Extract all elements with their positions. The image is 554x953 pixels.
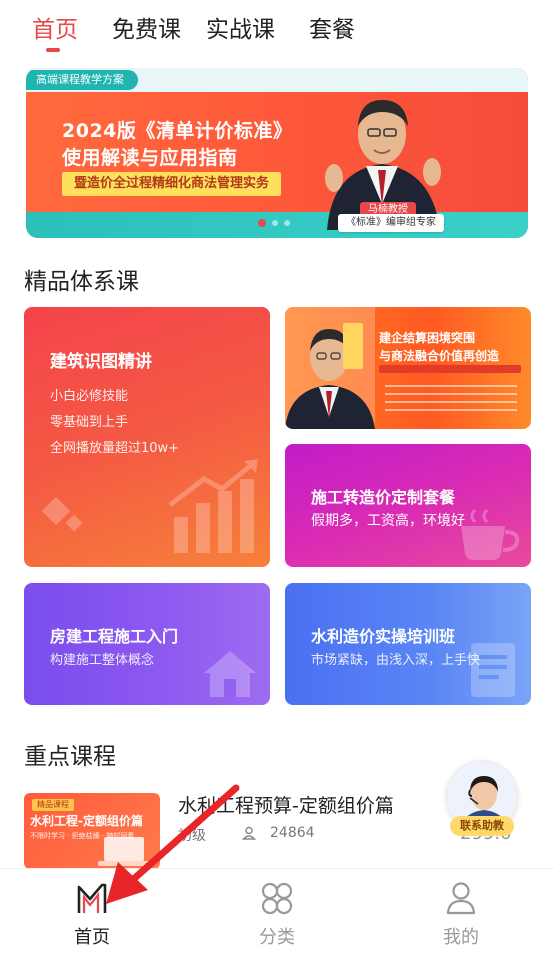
category-icon <box>261 882 293 915</box>
card-title: 房建工程施工入门 <box>50 627 179 646</box>
home-logo-icon <box>77 883 107 913</box>
nav-label: 我的 <box>443 927 479 948</box>
bar-chart-icon <box>168 459 258 553</box>
section-title-quality-courses: 精品体系课 <box>24 269 139 295</box>
tab-practical-courses[interactable]: 实战课 <box>206 10 275 44</box>
diamond-decoration-icon <box>41 496 83 532</box>
course-thumbnail: 精品课程 水利工程-定额组价篇 不限时学习 · 拒绝枯燥 · 随时回看 <box>24 793 160 869</box>
learners-icon <box>242 826 256 840</box>
banner-pagination <box>258 218 308 228</box>
card-title: 建筑识图精讲 <box>50 352 152 372</box>
tab-packages[interactable]: 套餐 <box>309 10 355 44</box>
banner-title-line2: 使用解读与应用指南 <box>62 147 238 169</box>
lecturer-role-tag: 《标准》编审组专家 <box>338 214 444 232</box>
tab-free-courses[interactable]: 免费课 <box>112 10 181 44</box>
banner-subtitle: 暨造价全过程精细化商法管理实务 <box>62 172 282 196</box>
course-card-settlement-breakthrough[interactable]: 建企结算困境突围 与商法融合价值再创造 <box>285 307 531 429</box>
course-level: 初级 <box>178 828 206 844</box>
thumbnail-tag: 精品课程 <box>32 799 74 811</box>
card-subtitle: 市场紧缺，由浅入深，上手快 <box>311 653 481 668</box>
section-title-key-courses: 重点课程 <box>24 744 116 770</box>
course-card-housing-construction[interactable]: 房建工程施工入门 构建施工整体概念 <box>24 583 270 705</box>
house-icon <box>204 651 256 697</box>
card-feature: 零基础到上手 <box>50 415 129 430</box>
laptop-illustration-icon <box>98 837 152 866</box>
nav-item-profile[interactable]: 我的 <box>421 879 501 949</box>
app-home-screen: 首页 免费课 实战课 套餐 高端课程教学方案 2024版《清单计价标准》 使用解… <box>0 0 554 953</box>
banner-top-tag: 高端课程教学方案 <box>26 70 138 90</box>
card-title: 建企结算困境突围 <box>379 331 476 345</box>
nav-item-home[interactable]: 首页 <box>52 879 132 949</box>
active-tab-indicator <box>46 48 60 52</box>
card-title: 施工转造价定制套餐 <box>311 488 456 507</box>
card-detail-lines <box>385 385 517 417</box>
promo-banner[interactable]: 高端课程教学方案 2024版《清单计价标准》 使用解读与应用指南 暨造价全过程精… <box>26 68 528 238</box>
top-tab-bar: 首页 免费课 实战课 套餐 <box>0 0 554 58</box>
assistant-label: 联系助教 <box>450 816 514 836</box>
pagination-dot[interactable] <box>272 220 278 226</box>
card-feature: 小白必修技能 <box>50 389 129 404</box>
course-card-architecture-drawing[interactable]: 建筑识图精讲 小白必修技能 零基础到上手 全网播放量超过10w+ <box>24 307 270 567</box>
lecturer-name-tag-vertical <box>343 323 363 369</box>
card-title-line2: 与商法融合价值再创造 <box>379 349 500 363</box>
profile-icon <box>446 882 476 915</box>
course-card-water-costing-training[interactable]: 水利造价实操培训班 市场紧缺，由浅入深，上手快 <box>285 583 531 705</box>
document-icon <box>471 643 515 697</box>
course-title: 水利工程预算-定额组价篇 <box>178 795 394 817</box>
card-tagline-strip <box>379 365 521 373</box>
card-feature: 全网播放量超过10w+ <box>50 441 180 456</box>
banner-title: 2024版《清单计价标准》 <box>62 120 293 142</box>
coffee-cup-icon <box>461 508 520 560</box>
thumbnail-title: 水利工程-定额组价篇 <box>30 814 143 828</box>
contact-assistant-button[interactable]: 联系助教 <box>440 760 524 860</box>
card-subtitle: 假期多，工资高，环境好 <box>311 513 465 529</box>
pagination-dot-active[interactable] <box>258 219 266 227</box>
course-card-construction-to-costing[interactable]: 施工转造价定制套餐 假期多，工资高，环境好 <box>285 444 531 567</box>
pagination-dot[interactable] <box>284 220 290 226</box>
card-title: 水利造价实操培训班 <box>311 627 456 646</box>
card-subtitle: 构建施工整体概念 <box>50 653 155 668</box>
nav-label: 分类 <box>259 927 295 948</box>
nav-label: 首页 <box>74 927 110 948</box>
tab-home[interactable]: 首页 <box>32 10 78 44</box>
bottom-navigation: 首页 分类 我的 <box>0 868 554 953</box>
nav-item-category[interactable]: 分类 <box>237 879 317 949</box>
learner-count: 24864 <box>270 825 315 841</box>
